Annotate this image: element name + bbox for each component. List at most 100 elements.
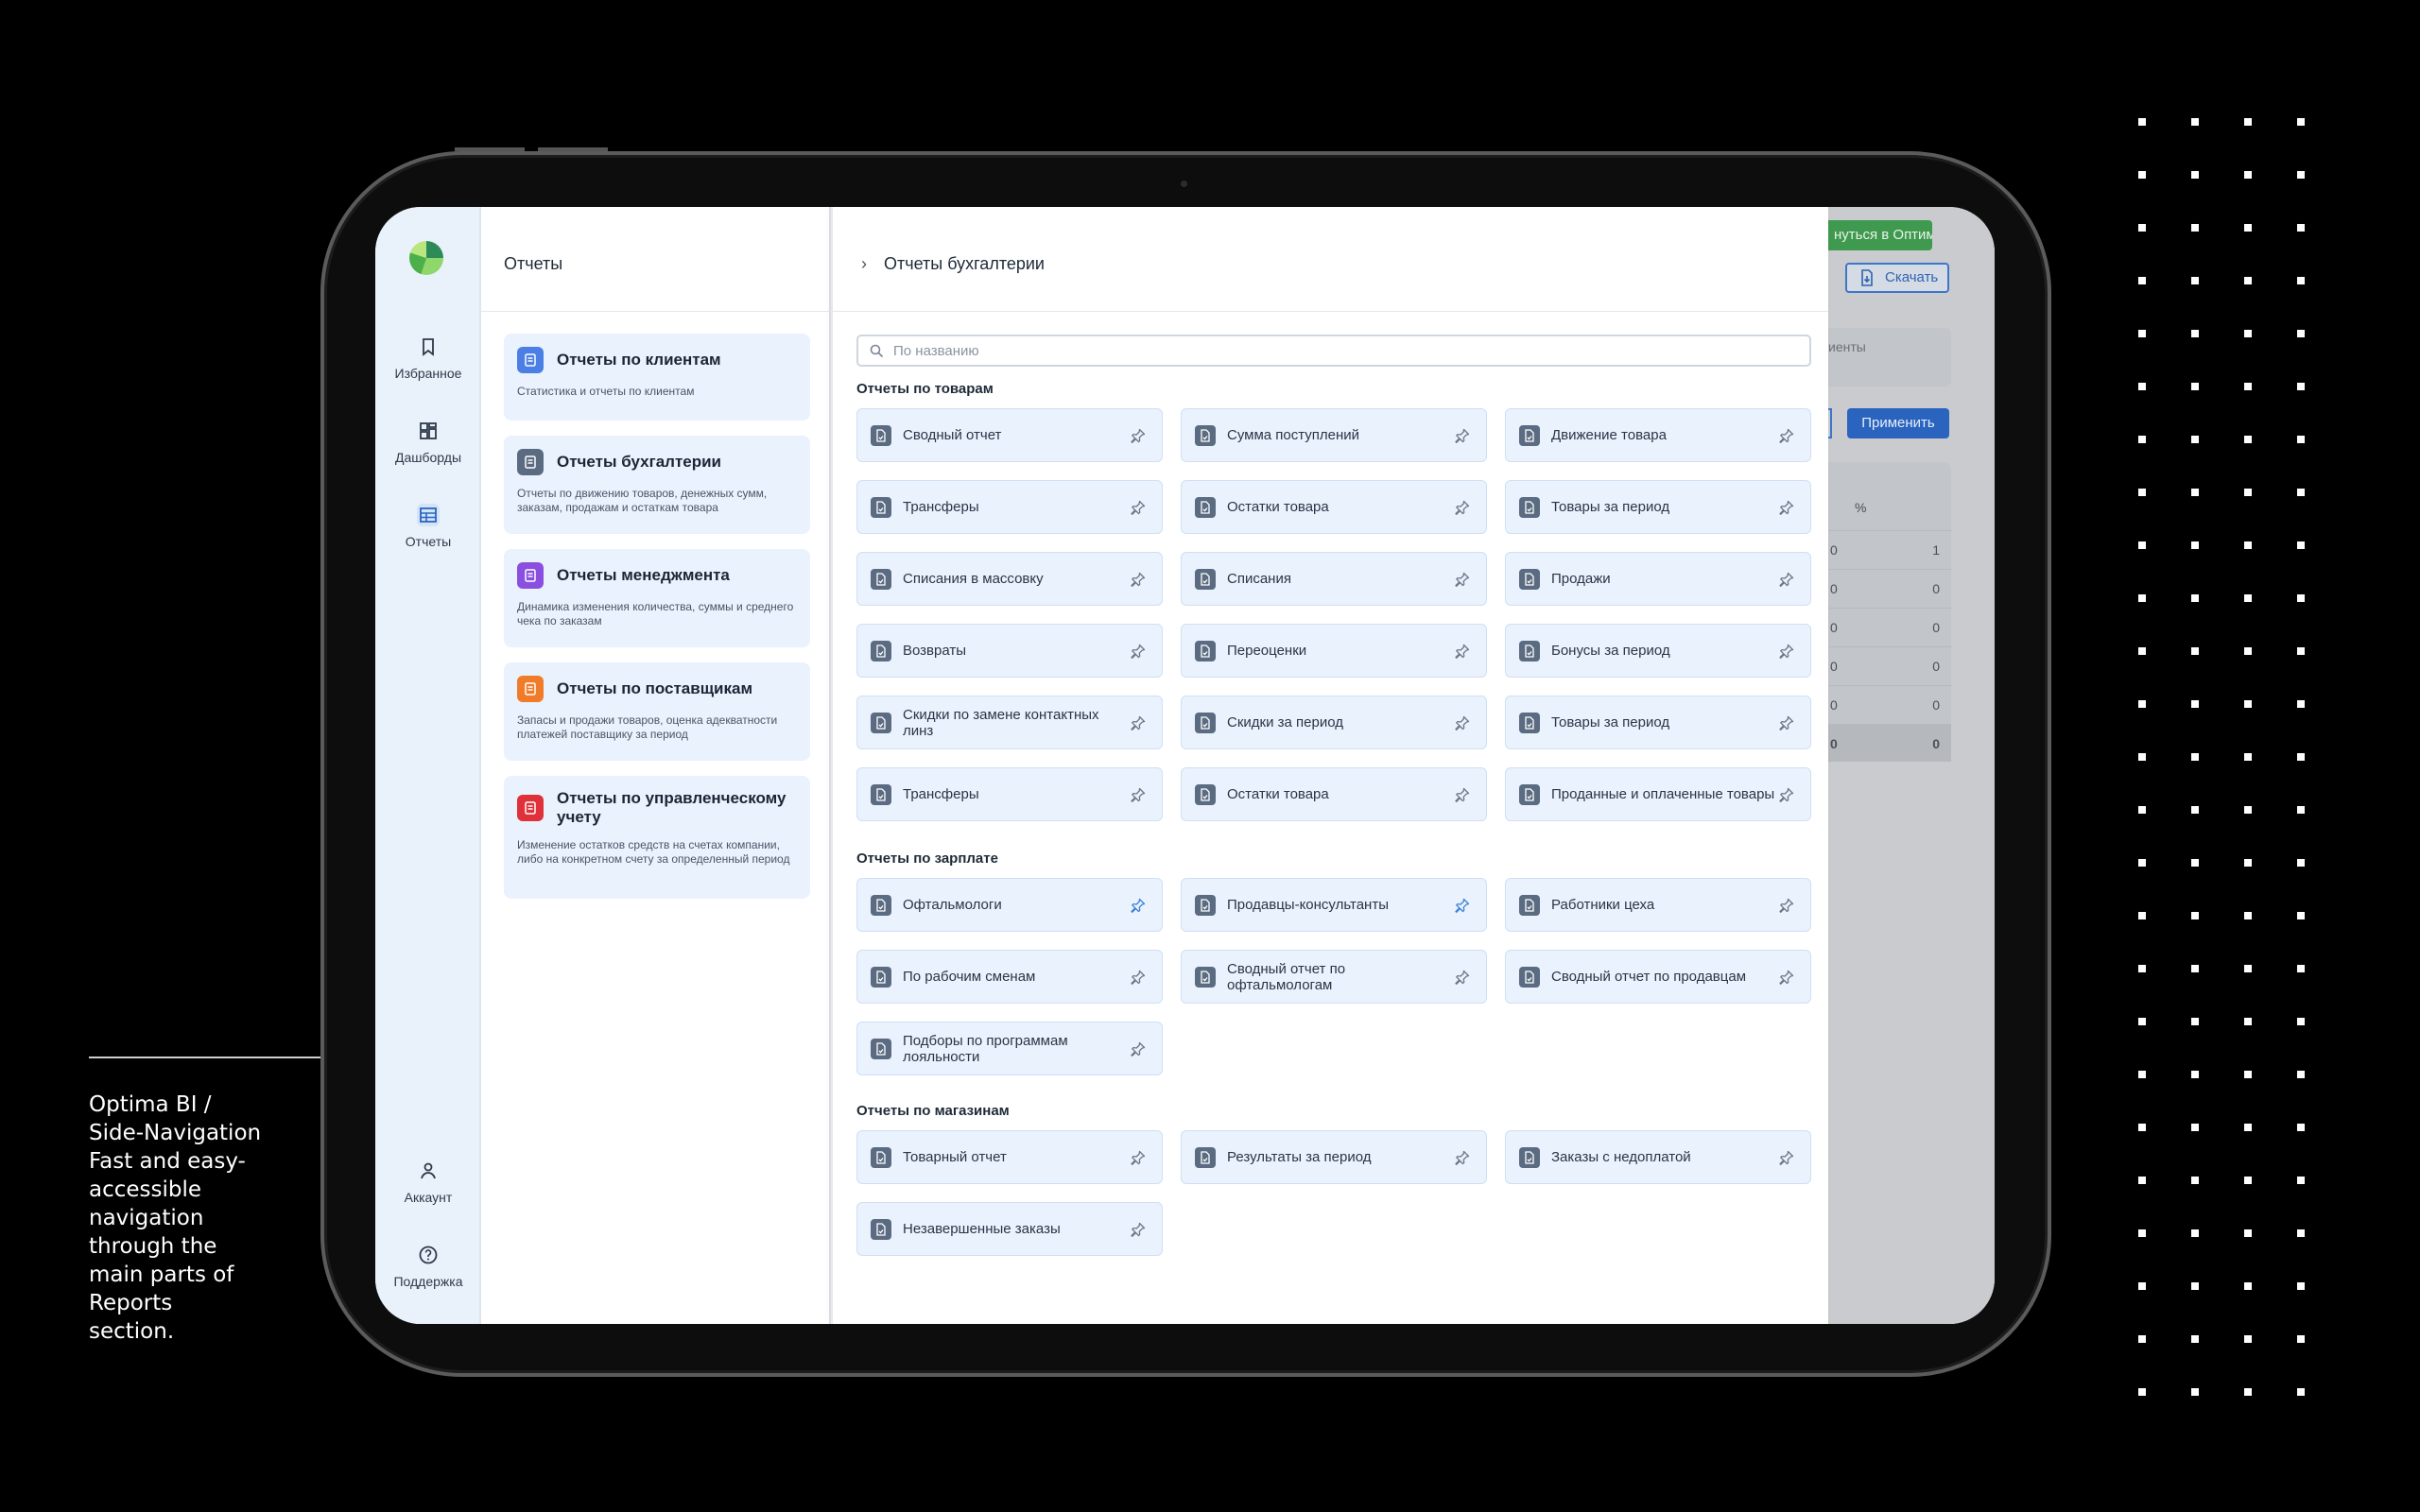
- report-tile[interactable]: Сумма поступлений: [1181, 408, 1487, 462]
- report-tile[interactable]: Результаты за период: [1181, 1130, 1487, 1184]
- decorative-dot: [2138, 700, 2146, 708]
- report-tile[interactable]: Товары за период: [1505, 696, 1811, 749]
- report-tile[interactable]: Товарный отчет: [856, 1130, 1163, 1184]
- report-tile[interactable]: Скидки по замене контактных линз: [856, 696, 1163, 749]
- pin-icon[interactable]: [1128, 1147, 1149, 1168]
- report-tile[interactable]: Сводный отчет по продавцам: [1505, 950, 1811, 1004]
- download-button[interactable]: Скачать: [1845, 263, 1949, 293]
- decorative-dot: [2297, 1229, 2305, 1237]
- pin-icon[interactable]: [1452, 967, 1473, 988]
- category-description: Статистика и отчеты по клиентам: [517, 385, 695, 398]
- decorative-dot: [2138, 1071, 2146, 1078]
- category-head: Отчеты бухгалтерии: [517, 449, 797, 475]
- report-tile[interactable]: Возвраты: [856, 624, 1163, 678]
- rail-item-4[interactable]: Аккаунт: [375, 1160, 481, 1207]
- rail-item-3[interactable]: Отчеты: [375, 504, 481, 551]
- pin-icon[interactable]: [1776, 895, 1797, 916]
- category-description: Запасы и продажи товаров, оценка адекват…: [517, 713, 778, 741]
- category-card[interactable]: Отчеты по поставщикам Запасы и продажи то…: [504, 662, 810, 761]
- table-row: 00: [1828, 685, 1951, 723]
- decorative-dot: [2297, 1388, 2305, 1396]
- table-cell: 0: [1830, 736, 1838, 751]
- pin-icon[interactable]: [1452, 425, 1473, 446]
- pin-icon[interactable]: [1776, 713, 1797, 733]
- report-tile[interactable]: Продавцы-консультанты: [1181, 878, 1487, 932]
- return-button[interactable]: нуться в Оптима: [1828, 220, 1932, 250]
- decorative-dot: [2244, 700, 2252, 708]
- pin-icon[interactable]: [1776, 641, 1797, 662]
- pin-icon[interactable]: [1128, 713, 1149, 733]
- report-tile[interactable]: Трансферы: [856, 480, 1163, 534]
- decorative-dot: [2297, 1071, 2305, 1078]
- report-tile[interactable]: Товары за период: [1505, 480, 1811, 534]
- report-tile[interactable]: Проданные и оплаченные товары: [1505, 767, 1811, 821]
- pin-icon[interactable]: [1452, 895, 1473, 916]
- report-file-icon: [1519, 496, 1540, 518]
- breadcrumb[interactable]: › Отчеты бухгалтерии: [861, 254, 1045, 274]
- pin-icon[interactable]: [1452, 641, 1473, 662]
- pin-icon[interactable]: [1452, 713, 1473, 733]
- decorative-dot: [2191, 1018, 2199, 1025]
- report-tile[interactable]: Сводный отчет по офтальмологам: [1181, 950, 1487, 1004]
- pin-icon[interactable]: [1452, 1147, 1473, 1168]
- report-tile-label: Списания: [1227, 571, 1291, 587]
- pin-icon[interactable]: [1128, 1039, 1149, 1059]
- pin-icon[interactable]: [1128, 641, 1149, 662]
- bookmark-icon: [417, 335, 440, 358]
- pin-icon[interactable]: [1452, 569, 1473, 590]
- report-tile[interactable]: Работники цеха: [1505, 878, 1811, 932]
- breadcrumb-title: Отчеты бухгалтерии: [884, 254, 1045, 273]
- pin-icon[interactable]: [1128, 569, 1149, 590]
- decorative-dot: [2297, 277, 2305, 284]
- category-card[interactable]: Отчеты по управленческому учету Изменение…: [504, 776, 810, 899]
- report-tile[interactable]: Переоценки: [1181, 624, 1487, 678]
- pin-icon[interactable]: [1776, 497, 1797, 518]
- pin-icon[interactable]: [1452, 497, 1473, 518]
- rail-item-5[interactable]: Поддержка: [375, 1244, 481, 1291]
- table-row: 00: [1828, 569, 1951, 607]
- rail-item-1[interactable]: Избранное: [375, 335, 481, 383]
- search-input[interactable]: По названию: [856, 335, 1811, 367]
- pin-icon[interactable]: [1776, 967, 1797, 988]
- report-tile[interactable]: Офтальмологи: [856, 878, 1163, 932]
- pin-icon[interactable]: [1776, 569, 1797, 590]
- report-tile[interactable]: Продажи: [1505, 552, 1811, 606]
- report-tile[interactable]: Движение товара: [1505, 408, 1811, 462]
- pin-icon[interactable]: [1128, 497, 1149, 518]
- report-tile[interactable]: Трансферы: [856, 767, 1163, 821]
- report-tile[interactable]: Остатки товара: [1181, 480, 1487, 534]
- report-tile[interactable]: Бонусы за период: [1505, 624, 1811, 678]
- decorative-dot: [2297, 1282, 2305, 1290]
- decorative-dot: [2244, 1282, 2252, 1290]
- category-card[interactable]: Отчеты по клиентам Статистика и отчеты по…: [504, 334, 810, 421]
- report-tile-label: Остатки товара: [1227, 499, 1329, 515]
- decorative-dot: [2244, 489, 2252, 496]
- category-card[interactable]: Отчеты менеджмента Динамика изменения кол…: [504, 549, 810, 647]
- pin-icon[interactable]: [1776, 425, 1797, 446]
- pin-icon[interactable]: [1128, 967, 1149, 988]
- pin-icon[interactable]: [1128, 895, 1149, 916]
- apply-button[interactable]: Применить: [1847, 408, 1949, 438]
- decorative-dot: [2297, 806, 2305, 814]
- report-tile[interactable]: Незавершенные заказы: [856, 1202, 1163, 1256]
- pin-icon[interactable]: [1128, 1219, 1149, 1240]
- report-tile[interactable]: Заказы с недоплатой: [1505, 1130, 1811, 1184]
- pin-icon[interactable]: [1128, 784, 1149, 805]
- report-tile[interactable]: Подборы по программам лояльности: [856, 1022, 1163, 1075]
- rail-item-2[interactable]: Дашборды: [375, 420, 481, 467]
- report-tile[interactable]: Остатки товара: [1181, 767, 1487, 821]
- category-card[interactable]: Отчеты бухгалтерии Отчеты по движению тов…: [504, 436, 810, 534]
- pin-icon[interactable]: [1776, 1147, 1797, 1168]
- pin-icon[interactable]: [1452, 784, 1473, 805]
- report-tile[interactable]: По рабочим сменам: [856, 950, 1163, 1004]
- pin-icon[interactable]: [1776, 784, 1797, 805]
- report-tile[interactable]: Списания в массовку: [856, 552, 1163, 606]
- report-tile[interactable]: Сводный отчет: [856, 408, 1163, 462]
- decorative-dot: [2138, 753, 2146, 761]
- decorative-dot: [2244, 383, 2252, 390]
- report-tile[interactable]: Списания: [1181, 552, 1487, 606]
- pin-icon[interactable]: [1128, 425, 1149, 446]
- table-row: 00: [1828, 608, 1951, 645]
- report-tile[interactable]: Скидки за период: [1181, 696, 1487, 749]
- report-file-icon: [871, 1218, 891, 1240]
